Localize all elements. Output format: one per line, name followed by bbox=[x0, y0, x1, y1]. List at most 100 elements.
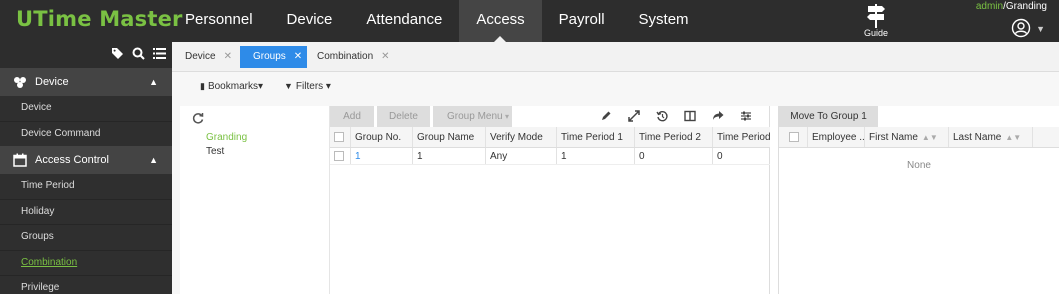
close-icon[interactable]: ✕ bbox=[381, 51, 389, 62]
tab-bar: Device ✕ Groups ✕ Combination ✕ bbox=[172, 42, 1059, 72]
user-role: admin bbox=[975, 1, 1004, 12]
column-header[interactable]: Group No. bbox=[351, 127, 413, 147]
bookmarks-label: Bookmarks bbox=[207, 81, 258, 92]
nav-personnel[interactable]: Personnel bbox=[168, 0, 270, 42]
column-header[interactable]: Time Period 2 bbox=[635, 127, 713, 147]
top-bar: UTime Master Personnel Device Attendance… bbox=[0, 0, 1059, 42]
filters-label: Filters bbox=[295, 81, 324, 92]
column-header[interactable]: Time Period bbox=[713, 127, 770, 147]
columns-icon[interactable] bbox=[684, 110, 696, 122]
filter-icon: ▼ bbox=[284, 81, 293, 91]
empty-state-text: None bbox=[907, 160, 931, 171]
select-all-checkbox[interactable] bbox=[789, 132, 799, 142]
column-header[interactable]: Employee ... bbox=[808, 127, 865, 147]
close-icon[interactable]: ✕ bbox=[294, 51, 302, 62]
sidebar-item-device[interactable]: Device bbox=[0, 96, 172, 121]
sidebar-item-device-command[interactable]: Device Command bbox=[0, 121, 172, 146]
tab-label: Groups bbox=[253, 51, 286, 62]
groups-grid: Add Delete Group Menu ▾ Group No. Group … bbox=[330, 106, 770, 294]
nav-system[interactable]: System bbox=[622, 0, 706, 42]
grid-toolbar: Add Delete Group Menu ▾ bbox=[330, 106, 769, 127]
nav-access[interactable]: Access bbox=[459, 0, 542, 42]
table-row[interactable]: 1 1 Any 1 0 0 bbox=[330, 148, 770, 165]
chevron-up-icon: ▲ bbox=[149, 77, 158, 87]
column-header[interactable]: Group Name bbox=[413, 127, 486, 147]
select-all-checkbox[interactable] bbox=[334, 132, 344, 142]
sort-icon[interactable]: ▲▼ bbox=[922, 133, 938, 142]
nav-device[interactable]: Device bbox=[270, 0, 350, 42]
main-panel: Device ✕ Groups ✕ Combination ✕ ▮ Bookmarks▾… bbox=[172, 42, 1059, 294]
close-icon[interactable]: ✕ bbox=[224, 51, 232, 62]
search-icon[interactable] bbox=[132, 47, 145, 63]
tags-icon[interactable] bbox=[111, 47, 124, 63]
main-nav: Personnel Device Attendance Access Payro… bbox=[168, 0, 706, 42]
add-button[interactable]: Add bbox=[330, 106, 374, 127]
group-menu-label: Group Menu bbox=[447, 111, 503, 122]
table-cell-link[interactable]: 1 bbox=[351, 148, 413, 164]
column-header-first-name[interactable]: First Name ▲▼ bbox=[865, 127, 949, 147]
caret-down-icon: ▾ bbox=[323, 81, 331, 92]
tree-item-test[interactable]: Test bbox=[206, 146, 224, 157]
history-icon[interactable] bbox=[656, 110, 668, 122]
sidebar: Device ▲ Device Device Command Access Co… bbox=[0, 42, 172, 294]
tab-groups[interactable]: Groups ✕ bbox=[240, 46, 307, 68]
row-checkbox[interactable] bbox=[334, 151, 344, 161]
sidebar-item-time-period[interactable]: Time Period bbox=[0, 174, 172, 199]
row-checkbox-cell bbox=[330, 148, 351, 164]
app-logo[interactable]: UTime Master bbox=[16, 7, 183, 31]
refresh-icon[interactable] bbox=[192, 112, 204, 124]
device-cluster-icon bbox=[14, 77, 26, 88]
sidebar-group-label: Access Control bbox=[35, 154, 109, 166]
tab-combination[interactable]: Combination ✕ bbox=[304, 46, 394, 68]
tab-device[interactable]: Device ✕ bbox=[172, 46, 239, 68]
edit-pencil-icon[interactable] bbox=[600, 110, 612, 122]
tab-label: Device bbox=[185, 51, 216, 62]
table-cell: 1 bbox=[413, 148, 486, 164]
delete-button[interactable]: Delete bbox=[377, 106, 430, 127]
nav-payroll[interactable]: Payroll bbox=[542, 0, 622, 42]
grid-header: Group No. Group Name Verify Mode Time Pe… bbox=[330, 127, 770, 148]
user-avatar-icon[interactable] bbox=[1011, 18, 1031, 38]
guide-label: Guide bbox=[863, 28, 889, 38]
group-members-panel: Move To Group 1 Employee ... First Name ▲… bbox=[778, 106, 1059, 294]
move-to-group-button[interactable]: Move To Group 1 bbox=[779, 106, 878, 127]
nav-attendance[interactable]: Attendance bbox=[349, 0, 459, 42]
table-cell: 0 bbox=[717, 151, 723, 162]
column-label: First Name bbox=[869, 132, 918, 143]
group-tree: Granding Test bbox=[180, 106, 330, 294]
sidebar-item-privilege[interactable]: Privilege bbox=[0, 276, 172, 294]
column-label: Last Name bbox=[953, 132, 1002, 143]
guide-button[interactable]: Guide bbox=[860, 2, 892, 38]
tree-item-granding[interactable]: Granding bbox=[206, 132, 247, 143]
filters-button[interactable]: ▼ Filters ▾ bbox=[284, 81, 331, 92]
column-header-last-name[interactable]: Last Name ▲▼ bbox=[949, 127, 1033, 147]
user-label[interactable]: admin/Granding bbox=[976, 1, 1047, 12]
filter-bar: ▮ Bookmarks▾ ▼ Filters ▾ bbox=[172, 72, 1059, 106]
group-menu-button[interactable]: Group Menu ▾ bbox=[433, 106, 512, 127]
sidebar-item-combination[interactable]: Combination bbox=[0, 250, 172, 275]
list-icon[interactable] bbox=[153, 47, 166, 63]
settings-sliders-icon[interactable] bbox=[740, 110, 752, 122]
sort-icon[interactable]: ▲▼ bbox=[1005, 133, 1021, 142]
calendar-icon bbox=[13, 153, 27, 167]
bookmarks-button[interactable]: ▮ Bookmarks▾ bbox=[200, 81, 263, 92]
chevron-down-icon[interactable]: ▼ bbox=[1036, 24, 1045, 34]
sidebar-group-device[interactable]: Device ▲ bbox=[0, 68, 172, 96]
sidebar-item-holiday[interactable]: Holiday bbox=[0, 199, 172, 224]
select-all-checkbox-cell bbox=[330, 127, 351, 147]
sidebar-group-access-control[interactable]: Access Control ▲ bbox=[0, 146, 172, 174]
bookmark-icon: ▮ bbox=[200, 81, 205, 91]
sidebar-toolbar bbox=[0, 42, 172, 68]
sidebar-item-groups[interactable]: Groups bbox=[0, 225, 172, 250]
table-cell: 0 bbox=[635, 148, 713, 164]
content-area: Granding Test Add Delete Group Menu ▾ Gr… bbox=[180, 106, 1059, 294]
expand-icon[interactable] bbox=[628, 110, 640, 122]
tab-label: Combination bbox=[317, 51, 374, 62]
chevron-up-icon: ▲ bbox=[149, 155, 158, 165]
share-icon[interactable] bbox=[712, 110, 724, 122]
column-header[interactable]: Time Period 1 bbox=[557, 127, 635, 147]
signpost-icon bbox=[867, 4, 885, 28]
caret-down-icon: ▾ bbox=[257, 81, 263, 92]
column-header[interactable]: Verify Mode bbox=[486, 127, 557, 147]
sidebar-group-label: Device bbox=[35, 76, 69, 88]
